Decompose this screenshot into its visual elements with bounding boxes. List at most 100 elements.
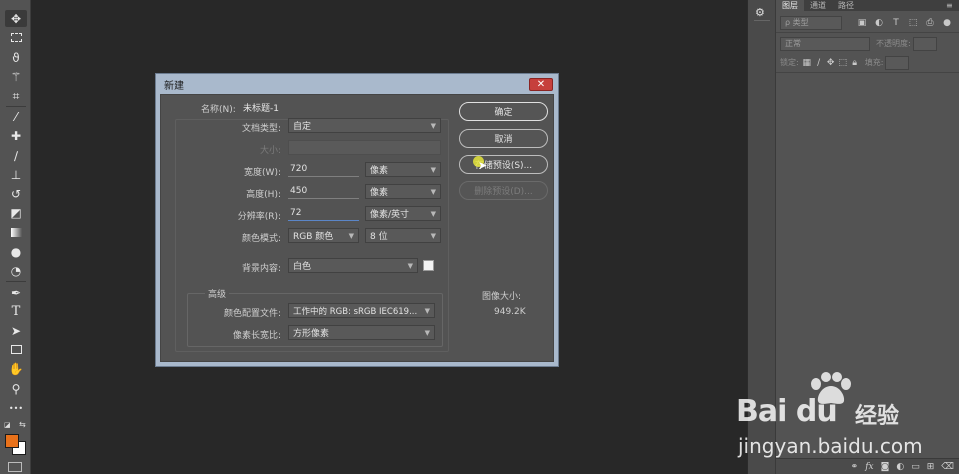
pixel-aspect-ratio-select[interactable]: 方形像素 ▼ (288, 325, 435, 340)
hand-tool-icon[interactable]: ✋ (5, 360, 27, 377)
width-unit-value: 像素 (370, 166, 389, 176)
path-selection-tool-icon[interactable]: ➤ (5, 322, 27, 339)
layer-filter-label: ρ 类型 (785, 18, 809, 27)
advanced-label: 高级 (205, 287, 230, 300)
lock-artboard-icon[interactable]: ⬚ (837, 58, 849, 68)
width-input[interactable]: 720 (288, 162, 359, 177)
blur-tool-icon[interactable]: ● (5, 243, 27, 260)
chevron-down-icon: ▼ (430, 165, 436, 174)
name-field[interactable]: 未标题-1 (243, 101, 363, 114)
eyedropper-tool-icon[interactable]: ⁄ (5, 108, 27, 125)
tab-paths[interactable]: 路径 (832, 0, 860, 11)
tab-channels[interactable]: 通道 (804, 0, 832, 11)
lock-transparent-icon[interactable]: ▦ (801, 58, 813, 68)
close-button[interactable]: ✕ (529, 77, 553, 91)
pixel-aspect-ratio-label: 像素长宽比: (232, 331, 281, 341)
move-tool-icon[interactable]: ✥ (5, 10, 27, 27)
chevron-down-icon: ▼ (424, 306, 430, 315)
healing-brush-tool-icon[interactable]: ✚ (5, 127, 27, 144)
document-type-value: 自定 (293, 122, 312, 132)
crop-tool-icon[interactable]: ⌗ (5, 87, 27, 104)
layer-filter-select[interactable]: ρ 类型 (780, 15, 842, 30)
dialog-titlebar[interactable]: 新建 ✕ (160, 74, 554, 94)
size-select (288, 140, 441, 155)
height-input[interactable]: 450 (288, 184, 359, 199)
document-type-select[interactable]: 自定 ▼ (288, 118, 441, 133)
opacity-label: 不透明度: (876, 39, 911, 48)
width-unit-select[interactable]: 像素 ▼ (365, 162, 441, 177)
baidu-jingyan-watermark: Bai du 经验 jingyan.baidu.com (730, 372, 952, 470)
lock-label: 锁定: (780, 58, 799, 67)
history-brush-tool-icon[interactable]: ↺ (5, 185, 27, 202)
chevron-down-icon: ▼ (424, 328, 430, 337)
rectangle-tool-icon[interactable] (5, 341, 27, 358)
default-colors-icon[interactable]: ◪ (4, 421, 11, 429)
lock-image-icon[interactable]: ∕ (813, 58, 825, 68)
name-label: 名称(N): (201, 105, 236, 115)
color-mode-select[interactable]: RGB 颜色 ▼ (288, 228, 359, 243)
tools-panel: ✥ ϑ ⚚ ⌗ ⁄ ✚ ∕ ⊥ ↺ ◩ ● ◔ ✒ T ➤ ✋ ⚲ ••• ◪ … (0, 0, 31, 474)
dialog-body: 名称(N): 未标题-1 文档类型: 自定 ▼ 大小: 宽度(W): 720 像… (160, 94, 554, 362)
magic-wand-tool-icon[interactable]: ⚚ (5, 68, 27, 85)
watermark-brand-cn: 经验 (855, 404, 900, 429)
tab-layers[interactable]: 图层 (776, 0, 804, 11)
foreground-color-swatch[interactable] (5, 434, 19, 448)
more-tools-glyph: ••• (8, 403, 24, 413)
filter-pixel-icon[interactable]: ▣ (856, 18, 868, 28)
close-icon: ✕ (536, 78, 546, 90)
dodge-tool-icon[interactable]: ◔ (5, 262, 27, 279)
watermark-brand: Bai du (736, 394, 838, 429)
bit-depth-select[interactable]: 8 位 ▼ (365, 228, 441, 243)
image-size-value: 949.2K (494, 307, 526, 317)
marquee-tool-icon[interactable] (5, 29, 27, 46)
quick-mask-icon[interactable] (8, 462, 22, 472)
lock-position-icon[interactable]: ✥ (825, 58, 837, 68)
more-tools-icon[interactable]: ••• (5, 400, 27, 417)
height-value: 450 (290, 186, 308, 196)
fill-input[interactable] (885, 55, 910, 70)
pen-tool-icon[interactable]: ✒ (5, 284, 27, 301)
chevron-down-icon: ▼ (430, 231, 436, 240)
cancel-button-label: 取消 (494, 135, 513, 145)
filter-toggle-icon[interactable]: ● (941, 18, 953, 28)
panel-menu-icon[interactable]: ≡ (946, 1, 953, 10)
width-label: 宽度(W): (244, 168, 281, 178)
color-mode-value: RGB 颜色 (293, 232, 334, 242)
ok-button[interactable]: 确定 (459, 102, 548, 121)
ok-button-label: 确定 (494, 108, 513, 118)
swap-colors-icon[interactable]: ⇆ (19, 420, 26, 429)
height-unit-select[interactable]: 像素 ▼ (365, 184, 441, 199)
blend-mode-value: 正常 (785, 39, 801, 48)
blend-mode-select[interactable]: 正常 (780, 36, 870, 51)
filter-smart-object-icon[interactable]: ⎙ (924, 18, 936, 28)
zoom-tool-icon[interactable]: ⚲ (5, 380, 27, 397)
opacity-input[interactable] (912, 36, 937, 51)
cancel-button[interactable]: 取消 (459, 129, 548, 148)
brush-tool-icon[interactable]: ∕ (5, 147, 27, 164)
filter-adjustment-icon[interactable]: ◐ (873, 18, 885, 28)
filter-type-icon[interactable]: T (890, 18, 902, 28)
lasso-tool-icon[interactable]: ϑ (5, 49, 27, 66)
filter-shape-icon[interactable]: ⬚ (907, 18, 919, 28)
background-contents-label: 背景内容: (241, 264, 281, 274)
eraser-tool-icon[interactable]: ◩ (5, 204, 27, 221)
height-label: 高度(H): (246, 190, 281, 200)
background-contents-select[interactable]: 白色 ▼ (288, 258, 418, 273)
height-unit-value: 像素 (370, 188, 389, 198)
resolution-unit-select[interactable]: 像素/英寸 ▼ (365, 206, 441, 221)
clone-stamp-tool-icon[interactable]: ⊥ (5, 166, 27, 183)
color-profile-label: 颜色配置文件: (223, 309, 281, 319)
document-type-label: 文档类型: (241, 124, 281, 134)
resolution-input[interactable]: 72 (288, 206, 359, 221)
bit-depth-value: 8 位 (370, 232, 388, 242)
color-profile-select[interactable]: 工作中的 RGB: sRGB IEC619... ▼ (288, 303, 435, 318)
gradient-tool-icon[interactable] (5, 224, 27, 241)
lock-all-icon[interactable]: 🔒︎ (849, 58, 861, 68)
chevron-down-icon: ▼ (430, 209, 436, 218)
background-color-preview[interactable] (423, 260, 434, 271)
save-preset-button[interactable]: 存储预设(S)... (459, 155, 548, 174)
type-tool-icon[interactable]: T (5, 303, 27, 320)
properties-panel-icon[interactable]: ⚙ (755, 6, 765, 19)
size-label: 大小: (259, 146, 281, 156)
resolution-label: 分辨率(R): (237, 212, 281, 222)
